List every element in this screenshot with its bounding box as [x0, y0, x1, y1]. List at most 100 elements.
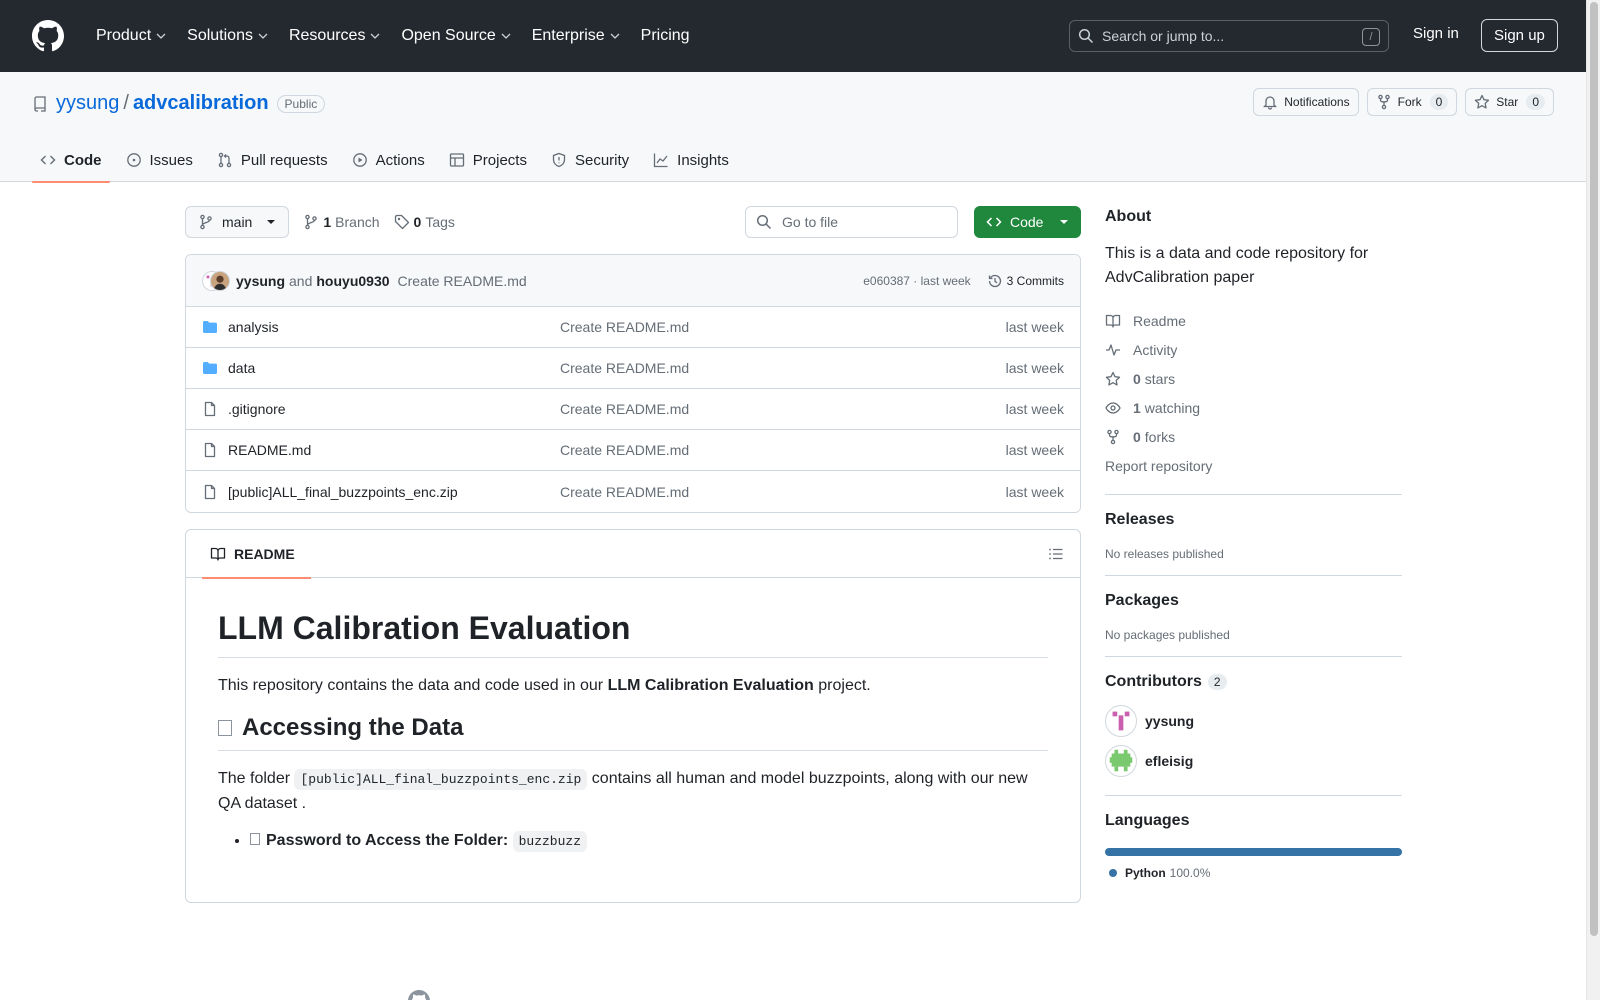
github-logo-icon[interactable]	[32, 20, 64, 52]
sign-in-link[interactable]: Sign in	[1413, 25, 1459, 42]
releases-heading[interactable]: Releases	[1105, 511, 1402, 529]
contributor-item[interactable]: yysung	[1105, 701, 1402, 741]
file-commit-message-link[interactable]: Create README.md	[560, 319, 689, 335]
file-name-link[interactable]: .gitignore	[228, 401, 560, 417]
page-scrollbar[interactable]	[1586, 0, 1600, 1000]
commit-sha-link[interactable]: e060387 · last week	[863, 274, 970, 288]
repo-owner-link[interactable]: yysung	[56, 92, 119, 115]
repo-name-link[interactable]: advcalibration	[133, 92, 269, 115]
avatar[interactable]	[210, 270, 230, 291]
readme-panel: README LLM Calibration Evaluation This r…	[185, 529, 1081, 903]
releases-heading-label: Releases	[1105, 511, 1175, 528]
nav-product[interactable]: Product	[88, 19, 175, 53]
file-name-link[interactable]: README.md	[228, 442, 560, 458]
branch-icon	[305, 214, 318, 230]
language-name: Python	[1125, 866, 1166, 880]
tab-issues-label: Issues	[149, 151, 193, 169]
global-search-input[interactable]: Search or jump to... /	[1069, 20, 1389, 52]
watching-label: watching	[1144, 399, 1201, 416]
chevron-down-icon	[258, 33, 268, 39]
tab-pull-requests[interactable]: Pull requests	[209, 138, 336, 182]
inline-code-password: buzzbuzz	[512, 831, 588, 852]
tab-security[interactable]: Security	[543, 138, 637, 182]
list-icon[interactable]	[1048, 546, 1064, 562]
branches-link[interactable]: 1 Branch	[303, 214, 380, 230]
intro-text-after: project.	[813, 677, 871, 694]
folder-icon	[203, 321, 217, 333]
tab-insights[interactable]: Insights	[645, 138, 737, 182]
repo-icon	[34, 95, 46, 112]
commit-coauthor-link[interactable]: houyu0930	[316, 273, 389, 289]
code-dropdown-button[interactable]: Code	[974, 206, 1081, 238]
file-commit-message-link[interactable]: Create README.md	[560, 360, 689, 376]
file-commit-message-link[interactable]: Create README.md	[560, 401, 689, 417]
tab-actions[interactable]: Actions	[344, 138, 433, 182]
file-commit-date: last week	[1005, 483, 1064, 500]
readme-tab[interactable]: README	[202, 530, 311, 579]
file-commit-message-link[interactable]: Create README.md	[560, 484, 689, 500]
search-placeholder: Search or jump to...	[1102, 28, 1225, 44]
packages-heading[interactable]: Packages	[1105, 592, 1402, 610]
fork-icon	[1107, 429, 1119, 444]
file-row[interactable]: [public]ALL_final_buzzpoints_enc.zip Crea…	[186, 471, 1080, 512]
inline-code-folder: [public]ALL_final_buzzpoints_enc.zip	[294, 769, 588, 790]
sidebar-divider	[1105, 656, 1402, 657]
releases-empty-text: No releases published	[1105, 547, 1224, 561]
file-name-link[interactable]: [public]ALL_final_buzzpoints_enc.zip	[228, 484, 560, 500]
commits-history-link[interactable]: 3 Commits	[987, 273, 1064, 289]
star-icon	[1475, 94, 1490, 109]
branch-label: Branch	[335, 214, 380, 230]
list-item: Password to Access the Folder: buzzbuzz	[250, 831, 1048, 852]
nav-enterprise[interactable]: Enterprise	[524, 19, 629, 53]
notifications-button[interactable]: Notifications	[1253, 88, 1359, 116]
tab-security-label: Security	[574, 151, 630, 169]
watching-link[interactable]: 1 watching	[1105, 393, 1402, 422]
readme-link[interactable]: Readme	[1105, 306, 1402, 335]
contributor-item[interactable]: efleisig	[1105, 741, 1402, 781]
sign-up-button[interactable]: Sign up	[1481, 19, 1558, 52]
contributors-heading[interactable]: Contributors 2	[1105, 673, 1402, 691]
scrollbar-thumb[interactable]	[1590, 2, 1598, 936]
file-row[interactable]: data Create README.md last week	[186, 348, 1080, 389]
activity-link[interactable]: Activity	[1105, 335, 1402, 364]
packages-empty-text: No packages published	[1105, 628, 1230, 642]
language-item[interactable]: Python 100.0%	[1105, 866, 1402, 880]
file-row[interactable]: analysis Create README.md last week	[186, 307, 1080, 348]
code-icon	[986, 217, 1002, 227]
commit-author-link[interactable]: yysung	[236, 273, 285, 289]
file-name-link[interactable]: data	[228, 360, 560, 376]
nav-pricing-label: Pricing	[640, 27, 690, 44]
file-row[interactable]: README.md Create README.md last week	[186, 430, 1080, 471]
branch-select-button[interactable]: main	[185, 206, 290, 238]
nav-enterprise-label: Enterprise	[531, 27, 605, 44]
file-row[interactable]: .gitignore Create README.md last week	[186, 389, 1080, 430]
tab-projects[interactable]: Projects	[441, 138, 535, 182]
star-button[interactable]: Star 0	[1465, 88, 1554, 116]
report-repository-link[interactable]: Report repository	[1105, 451, 1402, 480]
go-to-file-input[interactable]: Go to file	[745, 206, 958, 238]
fork-button[interactable]: Fork 0	[1366, 88, 1458, 116]
bell-icon	[1263, 96, 1278, 110]
nav-solutions[interactable]: Solutions	[179, 19, 277, 53]
global-nav: Product Solutions Resources Open Source …	[88, 19, 702, 53]
table-icon	[449, 153, 464, 167]
shield-icon	[552, 152, 566, 168]
github-logo-icon[interactable]	[408, 990, 430, 1000]
forks-link[interactable]: 0 forks	[1105, 422, 1402, 451]
file-name-link[interactable]: analysis	[228, 319, 560, 335]
tag-label: Tags	[425, 214, 455, 230]
stars-link[interactable]: 0 stars	[1105, 364, 1402, 393]
nav-resources[interactable]: Resources	[281, 19, 389, 53]
stars-label: stars	[1144, 370, 1176, 387]
tab-code[interactable]: Code	[32, 138, 110, 183]
readme-header: README	[186, 530, 1080, 579]
commit-message-link[interactable]: Create README.md	[398, 273, 527, 289]
readme-title: LLM Calibration Evaluation	[218, 610, 1048, 658]
file-commit-message-link[interactable]: Create README.md	[560, 442, 689, 458]
tab-issues[interactable]: Issues	[118, 138, 201, 182]
nav-pricing[interactable]: Pricing	[633, 19, 698, 53]
tags-link[interactable]: 0 Tags	[394, 214, 455, 230]
nav-open-source[interactable]: Open Source	[393, 19, 519, 53]
issue-icon	[126, 153, 141, 167]
readme-section-heading: Accessing the Data	[218, 714, 1048, 751]
